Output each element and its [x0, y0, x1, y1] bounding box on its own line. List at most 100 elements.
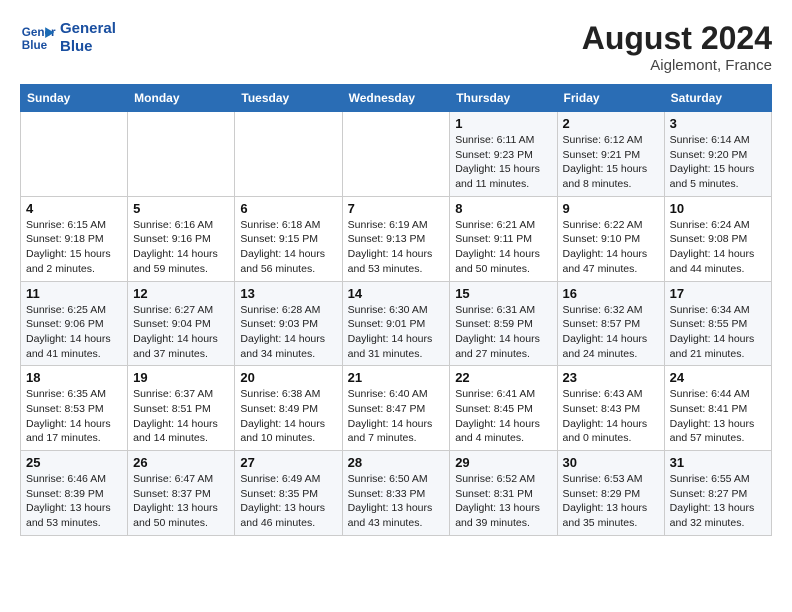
month-year-title: August 2024 [582, 20, 772, 57]
day-info: Sunrise: 6:16 AM Sunset: 9:16 PM Dayligh… [133, 218, 229, 277]
day-info: Sunrise: 6:14 AM Sunset: 9:20 PM Dayligh… [670, 133, 766, 192]
day-cell: 22 Sunrise: 6:41 AM Sunset: 8:45 PM Dayli… [450, 366, 557, 451]
day-info: Sunrise: 6:46 AM Sunset: 8:39 PM Dayligh… [26, 472, 122, 531]
day-number: 8 [455, 201, 551, 216]
day-info: Sunrise: 6:11 AM Sunset: 9:23 PM Dayligh… [455, 133, 551, 192]
location-subtitle: Aiglemont, France [582, 57, 772, 74]
day-number: 5 [133, 201, 229, 216]
week-row-2: 4Sunrise: 6:15 AM Sunset: 9:18 PM Daylig… [21, 196, 772, 281]
day-cell: 21 Sunrise: 6:40 AM Sunset: 8:47 PM Dayli… [342, 366, 450, 451]
day-info: Sunrise: 6:12 AM Sunset: 9:21 PM Dayligh… [563, 133, 659, 192]
day-number: 2 [563, 116, 659, 131]
day-cell: 1 Sunrise: 6:11 AM Sunset: 9:23 PM Daylig… [450, 112, 557, 197]
day-cell: 28 Sunrise: 6:50 AM Sunset: 8:33 PM Dayli… [342, 451, 450, 536]
day-number: 22 [455, 370, 551, 385]
day-info: Sunrise: 6:44 AM Sunset: 8:41 PM Dayligh… [670, 387, 766, 446]
day-cell [21, 112, 128, 197]
logo: General Blue General Blue [20, 20, 116, 56]
day-cell: 11 Sunrise: 6:25 AM Sunset: 9:06 PM Dayli… [21, 281, 128, 366]
col-header-friday: Friday [557, 85, 664, 112]
day-number: 6 [240, 201, 336, 216]
day-info: Sunrise: 6:47 AM Sunset: 8:37 PM Dayligh… [133, 472, 229, 531]
day-cell [128, 112, 235, 197]
logo-blue: Blue [60, 38, 116, 56]
day-cell: 24Sunrise: 6:44 AM Sunset: 8:41 PM Dayli… [664, 366, 771, 451]
day-info: Sunrise: 6:15 AM Sunset: 9:18 PM Dayligh… [26, 218, 122, 277]
day-cell: 27 Sunrise: 6:49 AM Sunset: 8:35 PM Dayli… [235, 451, 342, 536]
col-header-wednesday: Wednesday [342, 85, 450, 112]
day-info: Sunrise: 6:43 AM Sunset: 8:43 PM Dayligh… [563, 387, 659, 446]
day-number: 9 [563, 201, 659, 216]
week-row-1: 1 Sunrise: 6:11 AM Sunset: 9:23 PM Daylig… [21, 112, 772, 197]
day-number: 28 [348, 455, 445, 470]
day-number: 11 [26, 286, 122, 301]
day-cell: 9 Sunrise: 6:22 AM Sunset: 9:10 PM Daylig… [557, 196, 664, 281]
day-number: 15 [455, 286, 551, 301]
day-number: 1 [455, 116, 551, 131]
week-row-4: 18 Sunrise: 6:35 AM Sunset: 8:53 PM Dayli… [21, 366, 772, 451]
page-header: General Blue General Blue August 2024 Ai… [20, 20, 772, 74]
day-cell: 15 Sunrise: 6:31 AM Sunset: 8:59 PM Dayli… [450, 281, 557, 366]
day-cell: 8 Sunrise: 6:21 AM Sunset: 9:11 PM Daylig… [450, 196, 557, 281]
day-info: Sunrise: 6:28 AM Sunset: 9:03 PM Dayligh… [240, 303, 336, 362]
day-cell: 23 Sunrise: 6:43 AM Sunset: 8:43 PM Dayli… [557, 366, 664, 451]
day-number: 31 [670, 455, 766, 470]
day-number: 25 [26, 455, 122, 470]
day-cell: 31Sunrise: 6:55 AM Sunset: 8:27 PM Dayli… [664, 451, 771, 536]
day-cell: 4Sunrise: 6:15 AM Sunset: 9:18 PM Daylig… [21, 196, 128, 281]
calendar-table: SundayMondayTuesdayWednesdayThursdayFrid… [20, 84, 772, 536]
day-cell: 18 Sunrise: 6:35 AM Sunset: 8:53 PM Dayli… [21, 366, 128, 451]
title-block: August 2024 Aiglemont, France [582, 20, 772, 74]
day-info: Sunrise: 6:49 AM Sunset: 8:35 PM Dayligh… [240, 472, 336, 531]
day-cell: 17Sunrise: 6:34 AM Sunset: 8:55 PM Dayli… [664, 281, 771, 366]
day-info: Sunrise: 6:21 AM Sunset: 9:11 PM Dayligh… [455, 218, 551, 277]
day-number: 26 [133, 455, 229, 470]
day-cell: 3 Sunrise: 6:14 AM Sunset: 9:20 PM Daylig… [664, 112, 771, 197]
day-cell: 29Sunrise: 6:52 AM Sunset: 8:31 PM Dayli… [450, 451, 557, 536]
col-header-monday: Monday [128, 85, 235, 112]
svg-text:Blue: Blue [22, 39, 48, 52]
day-number: 7 [348, 201, 445, 216]
day-number: 18 [26, 370, 122, 385]
day-number: 14 [348, 286, 445, 301]
day-info: Sunrise: 6:34 AM Sunset: 8:55 PM Dayligh… [670, 303, 766, 362]
day-cell: 10Sunrise: 6:24 AM Sunset: 9:08 PM Dayli… [664, 196, 771, 281]
day-cell: 12Sunrise: 6:27 AM Sunset: 9:04 PM Dayli… [128, 281, 235, 366]
day-cell: 30Sunrise: 6:53 AM Sunset: 8:29 PM Dayli… [557, 451, 664, 536]
day-number: 23 [563, 370, 659, 385]
day-info: Sunrise: 6:50 AM Sunset: 8:33 PM Dayligh… [348, 472, 445, 531]
day-info: Sunrise: 6:25 AM Sunset: 9:06 PM Dayligh… [26, 303, 122, 362]
logo-icon: General Blue [20, 20, 56, 56]
day-cell [235, 112, 342, 197]
day-info: Sunrise: 6:52 AM Sunset: 8:31 PM Dayligh… [455, 472, 551, 531]
day-info: Sunrise: 6:30 AM Sunset: 9:01 PM Dayligh… [348, 303, 445, 362]
day-number: 27 [240, 455, 336, 470]
logo-general: General [60, 20, 116, 38]
col-header-sunday: Sunday [21, 85, 128, 112]
day-info: Sunrise: 6:32 AM Sunset: 8:57 PM Dayligh… [563, 303, 659, 362]
day-cell: 25 Sunrise: 6:46 AM Sunset: 8:39 PM Dayli… [21, 451, 128, 536]
day-number: 19 [133, 370, 229, 385]
week-row-5: 25 Sunrise: 6:46 AM Sunset: 8:39 PM Dayli… [21, 451, 772, 536]
day-number: 20 [240, 370, 336, 385]
day-number: 3 [670, 116, 766, 131]
day-info: Sunrise: 6:40 AM Sunset: 8:47 PM Dayligh… [348, 387, 445, 446]
header-row: SundayMondayTuesdayWednesdayThursdayFrid… [21, 85, 772, 112]
day-number: 21 [348, 370, 445, 385]
day-info: Sunrise: 6:22 AM Sunset: 9:10 PM Dayligh… [563, 218, 659, 277]
day-number: 16 [563, 286, 659, 301]
day-cell: 13Sunrise: 6:28 AM Sunset: 9:03 PM Dayli… [235, 281, 342, 366]
day-cell: 2 Sunrise: 6:12 AM Sunset: 9:21 PM Daylig… [557, 112, 664, 197]
day-info: Sunrise: 6:37 AM Sunset: 8:51 PM Dayligh… [133, 387, 229, 446]
week-row-3: 11 Sunrise: 6:25 AM Sunset: 9:06 PM Dayli… [21, 281, 772, 366]
day-info: Sunrise: 6:35 AM Sunset: 8:53 PM Dayligh… [26, 387, 122, 446]
day-cell: 14 Sunrise: 6:30 AM Sunset: 9:01 PM Dayli… [342, 281, 450, 366]
day-number: 30 [563, 455, 659, 470]
day-cell: 5 Sunrise: 6:16 AM Sunset: 9:16 PM Daylig… [128, 196, 235, 281]
day-cell: 16 Sunrise: 6:32 AM Sunset: 8:57 PM Dayli… [557, 281, 664, 366]
day-info: Sunrise: 6:41 AM Sunset: 8:45 PM Dayligh… [455, 387, 551, 446]
col-header-thursday: Thursday [450, 85, 557, 112]
day-info: Sunrise: 6:31 AM Sunset: 8:59 PM Dayligh… [455, 303, 551, 362]
col-header-tuesday: Tuesday [235, 85, 342, 112]
day-cell: 6Sunrise: 6:18 AM Sunset: 9:15 PM Daylig… [235, 196, 342, 281]
